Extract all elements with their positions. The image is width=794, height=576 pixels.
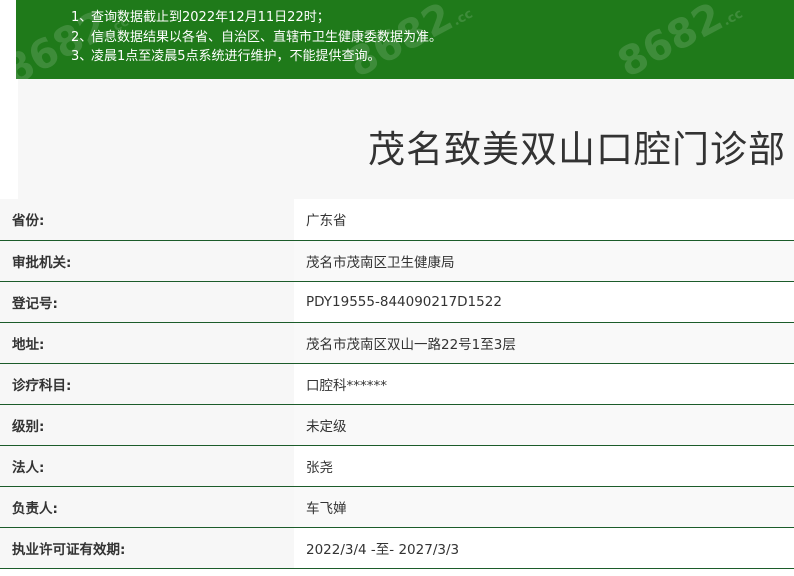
notice-banner: 1、查询数据截止到2022年12月11日22时； 2、信息数据结果以各省、自治区… <box>16 0 794 79</box>
notice-index: 3、 <box>71 49 93 64</box>
table-row-license-validity: 执业许可证有效期: 2022/3/4 -至- 2027/3/3 <box>0 527 794 569</box>
table-row-level: 级别: 未定级 <box>0 404 794 446</box>
row-value: 口腔科****** <box>294 363 794 405</box>
row-label: 省份: <box>0 199 294 241</box>
table-row-registration-number: 登记号: PDY19555-844090217D1522 <box>0 281 794 323</box>
row-value: 茂名市茂南区卫生健康局 <box>294 240 794 282</box>
table-row-approval-authority: 审批机关: 茂名市茂南区卫生健康局 <box>0 240 794 282</box>
clinic-details-table: 省份: 广东省 审批机关: 茂名市茂南区卫生健康局 登记号: PDY19555-… <box>0 199 794 569</box>
row-label: 执业许可证有效期: <box>0 527 294 569</box>
row-value: 广东省 <box>294 199 794 241</box>
row-label: 审批机关: <box>0 240 294 282</box>
table-row-departments: 诊疗科目: 口腔科****** <box>0 363 794 405</box>
row-value: 未定级 <box>294 404 794 446</box>
row-label: 登记号: <box>0 281 294 323</box>
page-title: 茂名致美双山口腔门诊部 <box>368 128 786 171</box>
title-section: 茂名致美双山口腔门诊部 <box>18 79 794 199</box>
table-row-address: 地址: 茂名市茂南区双山一路22号1至3层 <box>0 322 794 364</box>
table-row-legal-person: 法人: 张尧 <box>0 445 794 487</box>
row-label: 诊疗科目: <box>0 363 294 405</box>
notice-text: 查询数据截止到2022年12月11日22时； <box>91 10 330 25</box>
row-value: 车飞婵 <box>294 486 794 528</box>
notice-line-3: 3、凌晨1点至凌晨5点系统进行维护，不能提供查询。 <box>71 47 794 67</box>
notice-line-1: 1、查询数据截止到2022年12月11日22时； <box>71 8 794 28</box>
notice-line-2: 2、信息数据结果以各省、自治区、直辖市卫生健康委数据为准。 <box>71 28 794 48</box>
row-label: 负责人: <box>0 486 294 528</box>
row-value: 张尧 <box>294 445 794 487</box>
row-label: 法人: <box>0 445 294 487</box>
notice-text: 凌晨1点至凌晨5点系统进行维护，不能提供查询。 <box>91 49 381 64</box>
table-row-province: 省份: 广东省 <box>0 199 794 241</box>
notice-index: 2、 <box>71 29 93 45</box>
row-value: 2022/3/4 -至- 2027/3/3 <box>294 527 794 569</box>
notice-text: 信息数据结果以各省、自治区、直辖市卫生健康委数据为准。 <box>91 29 443 45</box>
table-row-person-in-charge: 负责人: 车飞婵 <box>0 486 794 528</box>
row-label: 地址: <box>0 322 294 364</box>
row-label: 级别: <box>0 404 294 446</box>
row-value: 茂名市茂南区双山一路22号1至3层 <box>294 322 794 364</box>
row-value: PDY19555-844090217D1522 <box>294 281 794 323</box>
notice-index: 1、 <box>71 10 93 25</box>
